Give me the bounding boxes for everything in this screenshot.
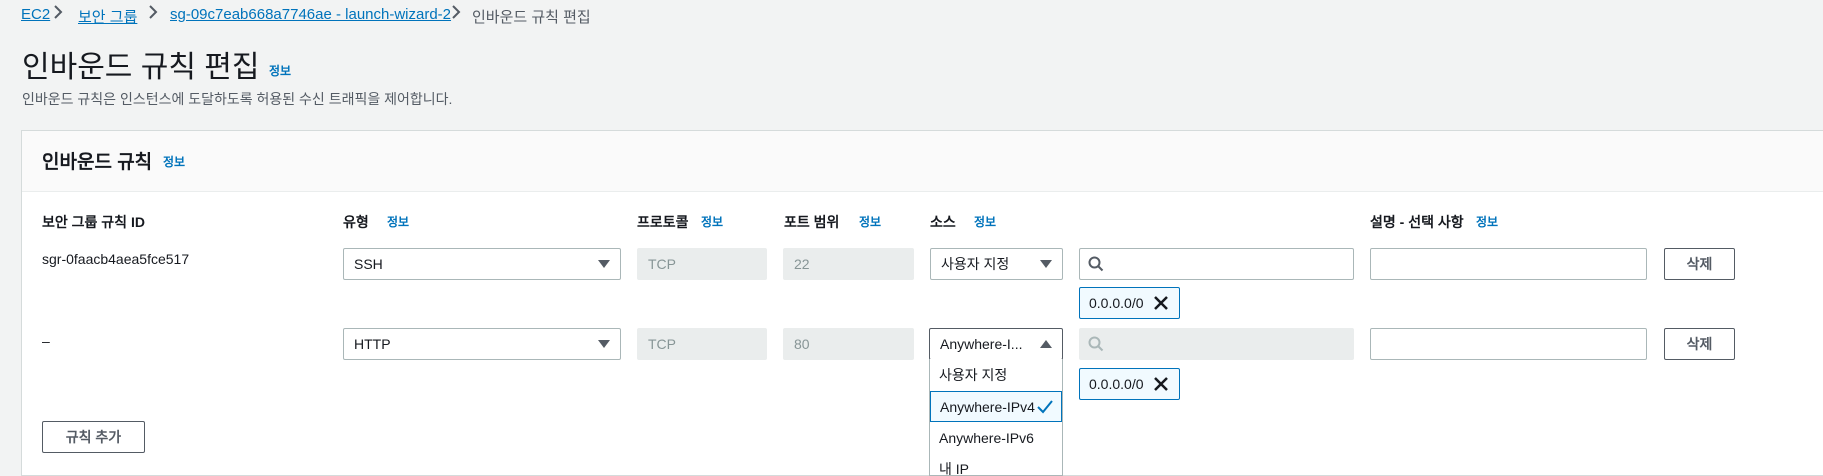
description-info-link[interactable]: 정보 <box>1476 213 1498 230</box>
search-icon <box>1088 336 1104 352</box>
source-dropdown-menu: 사용자 지정 Anywhere-IPv4 Anywhere-IPv6 내 IP <box>929 359 1063 476</box>
source-select[interactable]: Anywhere-I... <box>929 328 1063 360</box>
add-rule-button[interactable]: 규칙 추가 <box>42 421 145 453</box>
source-select-value: 사용자 지정 <box>941 256 1010 272</box>
source-search-input[interactable] <box>1079 328 1354 360</box>
source-info-link[interactable]: 정보 <box>974 213 996 230</box>
source-token-value: 0.0.0.0/0 <box>1089 295 1144 311</box>
dropdown-option-my-ip[interactable]: 내 IP <box>930 453 1062 476</box>
port-range-field: 22 <box>783 248 914 280</box>
protocol-value: TCP <box>648 336 676 352</box>
dropdown-option-anywhere-ipv4[interactable]: Anywhere-IPv4 <box>930 391 1062 422</box>
chevron-right-icon <box>149 5 158 19</box>
panel-header <box>22 131 1823 192</box>
close-icon[interactable] <box>1152 375 1170 393</box>
option-label: 사용자 지정 <box>939 366 1008 383</box>
source-select[interactable]: 사용자 지정 <box>930 248 1063 280</box>
chevron-right-icon <box>54 5 63 19</box>
source-token: 0.0.0.0/0 <box>1079 368 1180 400</box>
port-range-field: 80 <box>783 328 914 360</box>
column-header-rule-id: 보안 그룹 규칙 ID <box>42 214 145 230</box>
caret-up-icon <box>1040 340 1052 348</box>
caret-down-icon <box>1040 260 1052 268</box>
source-token-value: 0.0.0.0/0 <box>1089 376 1144 392</box>
delete-button[interactable]: 삭제 <box>1664 328 1735 360</box>
protocol-field: TCP <box>637 328 767 360</box>
search-icon <box>1088 256 1104 272</box>
dropdown-option-custom[interactable]: 사용자 지정 <box>930 359 1062 390</box>
delete-button[interactable]: 삭제 <box>1664 248 1735 280</box>
column-header-source: 소스 <box>930 214 956 230</box>
description-input[interactable] <box>1370 328 1647 360</box>
type-select[interactable]: SSH <box>343 248 621 280</box>
source-search-input[interactable] <box>1079 248 1354 280</box>
chevron-right-icon <box>452 5 461 19</box>
dropdown-option-anywhere-ipv6[interactable]: Anywhere-IPv6 <box>930 422 1062 453</box>
close-icon[interactable] <box>1152 294 1170 312</box>
source-token: 0.0.0.0/0 <box>1079 287 1180 319</box>
page-description: 인바운드 규칙은 인스턴스에 도달하도록 허용된 수신 트래픽을 제어합니다. <box>22 91 453 107</box>
type-select-value: HTTP <box>354 336 391 352</box>
check-icon <box>1037 400 1053 414</box>
type-select-value: SSH <box>354 256 383 272</box>
port-range-value: 22 <box>794 256 810 272</box>
page-title-info-link[interactable]: 정보 <box>269 62 291 79</box>
panel-title: 인바운드 규칙 <box>42 152 153 173</box>
port-range-value: 80 <box>794 336 810 352</box>
breadcrumb-ec2[interactable]: EC2 <box>21 6 50 23</box>
column-header-type: 유형 <box>343 214 369 230</box>
protocol-field: TCP <box>637 248 767 280</box>
type-select[interactable]: HTTP <box>343 328 621 360</box>
option-label: Anywhere-IPv6 <box>939 429 1034 446</box>
breadcrumb-security-group[interactable]: sg-09c7eab668a7746ae - launch-wizard-2 <box>170 6 451 23</box>
rule-id: – <box>42 333 50 349</box>
protocol-value: TCP <box>648 256 676 272</box>
caret-down-icon <box>598 340 610 348</box>
option-label: 내 IP <box>939 460 969 476</box>
caret-down-icon <box>598 260 610 268</box>
breadcrumb-security-groups[interactable]: 보안 그룹 <box>78 6 137 27</box>
column-header-description: 설명 - 선택 사항 <box>1370 214 1464 230</box>
source-select-value: Anywhere-I... <box>940 336 1023 352</box>
option-label: Anywhere-IPv4 <box>940 398 1035 415</box>
description-input[interactable] <box>1370 248 1647 280</box>
breadcrumb-current: 인바운드 규칙 편집 <box>472 9 591 26</box>
page-title: 인바운드 규칙 편집 <box>22 51 260 84</box>
port-range-info-link[interactable]: 정보 <box>859 213 881 230</box>
type-info-link[interactable]: 정보 <box>387 213 409 230</box>
panel-title-info-link[interactable]: 정보 <box>163 153 185 170</box>
column-header-port-range: 포트 범위 <box>784 214 840 230</box>
column-header-protocol: 프로토콜 <box>637 214 689 230</box>
rule-id: sgr-0faacb4aea5fce517 <box>42 251 190 267</box>
protocol-info-link[interactable]: 정보 <box>701 213 723 230</box>
